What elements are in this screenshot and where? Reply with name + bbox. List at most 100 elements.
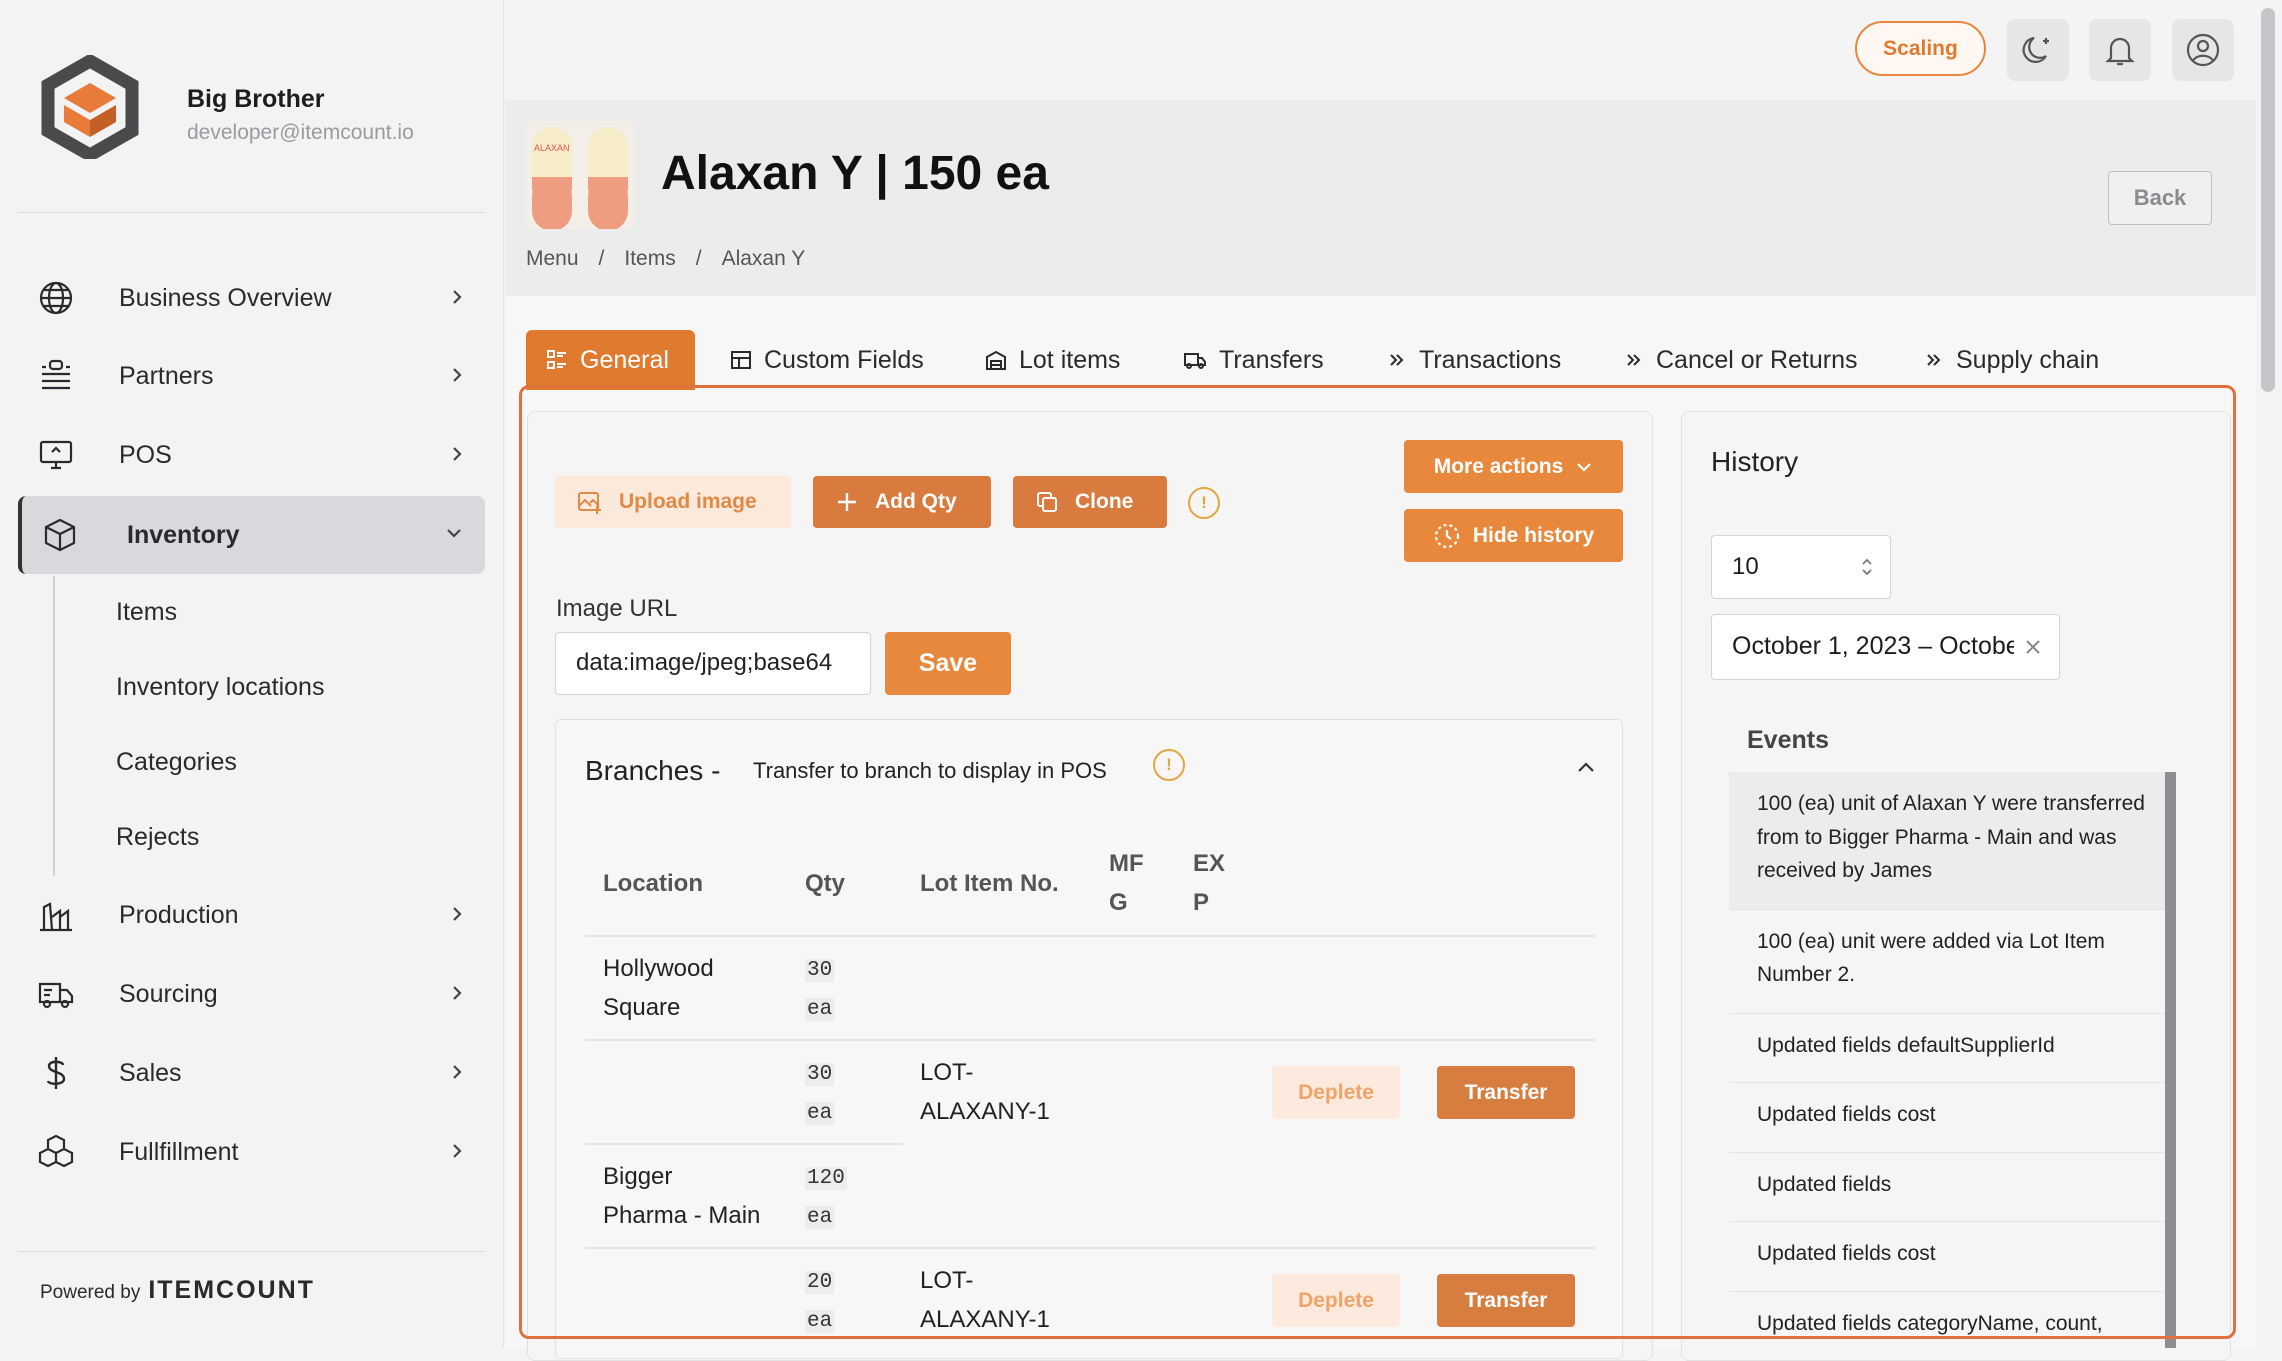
clear-icon[interactable] xyxy=(2023,637,2043,657)
qty-unit: ea xyxy=(805,1206,835,1229)
tab-lot-items[interactable]: Lot items xyxy=(985,330,1120,390)
tab-label: Transactions xyxy=(1419,345,1562,374)
theme-toggle-button[interactable] xyxy=(2007,19,2069,81)
tab-transactions[interactable]: Transactions xyxy=(1387,330,1561,390)
sidebar-subitem-categories[interactable]: Categories xyxy=(116,748,237,777)
event-item: Updated fields xyxy=(1729,1153,2176,1222)
breadcrumb-items[interactable]: Items xyxy=(624,247,675,271)
clone-button[interactable]: Clone xyxy=(1013,476,1167,528)
deplete-button[interactable]: Deplete xyxy=(1272,1066,1400,1119)
more-actions-button[interactable]: More actions xyxy=(1404,440,1623,493)
hide-history-button[interactable]: Hide history xyxy=(1404,509,1623,562)
image-url-label: Image URL xyxy=(556,595,678,622)
sidebar-item-inventory[interactable]: Inventory xyxy=(18,496,485,574)
clone-label: Clone xyxy=(1075,490,1134,513)
branches-info-icon[interactable]: ! xyxy=(1153,749,1185,781)
transfer-button[interactable]: Transfer xyxy=(1437,1274,1575,1327)
sidebar-divider xyxy=(18,212,485,213)
globe-icon xyxy=(38,280,74,316)
location-line2: Square xyxy=(603,994,681,1021)
event-item: Updated fields categoryName, count, xyxy=(1729,1292,2176,1349)
breadcrumb-separator: / xyxy=(598,247,605,270)
location-line1: Bigger xyxy=(603,1163,673,1190)
upload-image-label: Upload image xyxy=(619,490,757,513)
user-circle-icon xyxy=(2185,32,2221,68)
lot-line1: LOT- xyxy=(920,1059,974,1086)
history-count-value: 10 xyxy=(1732,553,1759,580)
col-exp-line2: P xyxy=(1193,889,1210,916)
events-list: 100 (ea) unit of Alaxan Y were transferr… xyxy=(1729,772,2176,1348)
sidebar-item-sourcing[interactable]: Sourcing xyxy=(18,955,485,1033)
thumbnail-text: ALAXAN xyxy=(534,143,570,153)
location-line2: Pharma - Main xyxy=(603,1202,761,1229)
tab-transfers[interactable]: Transfers xyxy=(1183,330,1324,390)
tab-custom-fields[interactable]: Custom Fields xyxy=(730,330,924,390)
sidebar-subitem-items[interactable]: Items xyxy=(116,598,177,627)
qty-unit: ea xyxy=(805,1310,835,1333)
breadcrumb-menu[interactable]: Menu xyxy=(526,247,579,271)
plus-icon xyxy=(835,490,859,514)
sidebar-subitem-inventory-locations[interactable]: Inventory locations xyxy=(116,673,324,702)
upload-image-button[interactable]: Upload image xyxy=(555,476,791,528)
back-button[interactable]: Back xyxy=(2108,171,2212,225)
image-url-input[interactable]: data:image/jpeg;base64 xyxy=(555,632,871,695)
box-icon xyxy=(42,517,78,553)
page-scrollbar-thumb[interactable] xyxy=(2261,8,2275,392)
sidebar-item-partners[interactable]: Partners xyxy=(18,337,485,415)
dollar-icon xyxy=(38,1055,74,1091)
profile-button[interactable] xyxy=(2172,19,2234,81)
warehouse-icon xyxy=(985,349,1007,371)
lot-line2: ALAXANY-1 xyxy=(920,1306,1050,1333)
tab-supply-chain[interactable]: Supply chain xyxy=(1924,330,2099,390)
sidebar-item-label: Inventory xyxy=(127,520,240,549)
add-qty-button[interactable]: Add Qty xyxy=(813,476,991,528)
event-item: Updated fields cost xyxy=(1729,1222,2176,1292)
event-item: 100 (ea) unit of Alaxan Y were transferr… xyxy=(1729,772,2176,910)
sidebar-item-fullfillment[interactable]: Fullfillment xyxy=(18,1113,485,1191)
truck-icon xyxy=(1183,349,1207,371)
breadcrumb-current: Alaxan Y xyxy=(721,247,806,270)
bell-icon xyxy=(2102,32,2138,68)
sidebar-item-sales[interactable]: Sales xyxy=(18,1034,485,1112)
sidebar-divider xyxy=(18,1251,485,1252)
history-count-select[interactable]: 10 xyxy=(1711,535,1891,599)
date-range-value: October 1, 2023 – October 31, 2023 xyxy=(1732,632,2014,660)
chevron-down-icon xyxy=(1575,461,1593,473)
tab-cancel-or-returns[interactable]: Cancel or Returns xyxy=(1624,330,1857,390)
truck-icon xyxy=(38,976,74,1012)
sidebar-item-label: Business Overview xyxy=(119,283,332,312)
location-line1: Hollywood xyxy=(603,955,714,982)
breadcrumb-separator: / xyxy=(695,247,702,270)
col-lot-item-no: Lot Item No. xyxy=(920,870,1059,897)
transfer-button[interactable]: Transfer xyxy=(1437,1066,1575,1119)
tab-label: Cancel or Returns xyxy=(1656,345,1858,374)
deplete-button[interactable]: Deplete xyxy=(1272,1274,1400,1327)
date-range-input[interactable]: October 1, 2023 – October 31, 2023 xyxy=(1711,614,2060,680)
tab-label: Transfers xyxy=(1219,345,1324,374)
sidebar-subitem-rejects[interactable]: Rejects xyxy=(116,823,199,852)
double-chevron-icon xyxy=(1624,350,1644,370)
sidebar-item-business-overview[interactable]: Business Overview xyxy=(18,259,485,337)
image-add-icon xyxy=(577,489,603,515)
stepper-icon xyxy=(1860,554,1874,580)
tab-general[interactable]: General xyxy=(526,330,695,390)
save-button[interactable]: Save xyxy=(885,632,1011,695)
collapse-chevron-up-icon[interactable] xyxy=(1576,760,1596,774)
more-actions-label: More actions xyxy=(1433,454,1564,478)
col-mfg-line2: G xyxy=(1109,889,1128,916)
sidebar-item-pos[interactable]: POS xyxy=(18,416,485,494)
double-chevron-icon xyxy=(1387,350,1407,370)
monitor-icon xyxy=(38,437,74,473)
powered-by-brand: ITEMCOUNT xyxy=(148,1276,315,1304)
col-mfg-line1: MF xyxy=(1109,850,1144,877)
events-scrollbar[interactable] xyxy=(2165,772,2176,1348)
chevron-right-icon xyxy=(451,445,463,463)
powered-by: Powered by ITEMCOUNT xyxy=(40,1276,315,1305)
qty-value: 30 xyxy=(805,1063,835,1086)
info-icon[interactable]: ! xyxy=(1188,487,1220,519)
tab-label: Lot items xyxy=(1019,345,1121,374)
row-divider xyxy=(585,1039,1595,1041)
plan-badge[interactable]: Scaling xyxy=(1855,21,1986,76)
notifications-button[interactable] xyxy=(2089,19,2151,81)
sidebar-item-production[interactable]: Production xyxy=(18,876,485,954)
